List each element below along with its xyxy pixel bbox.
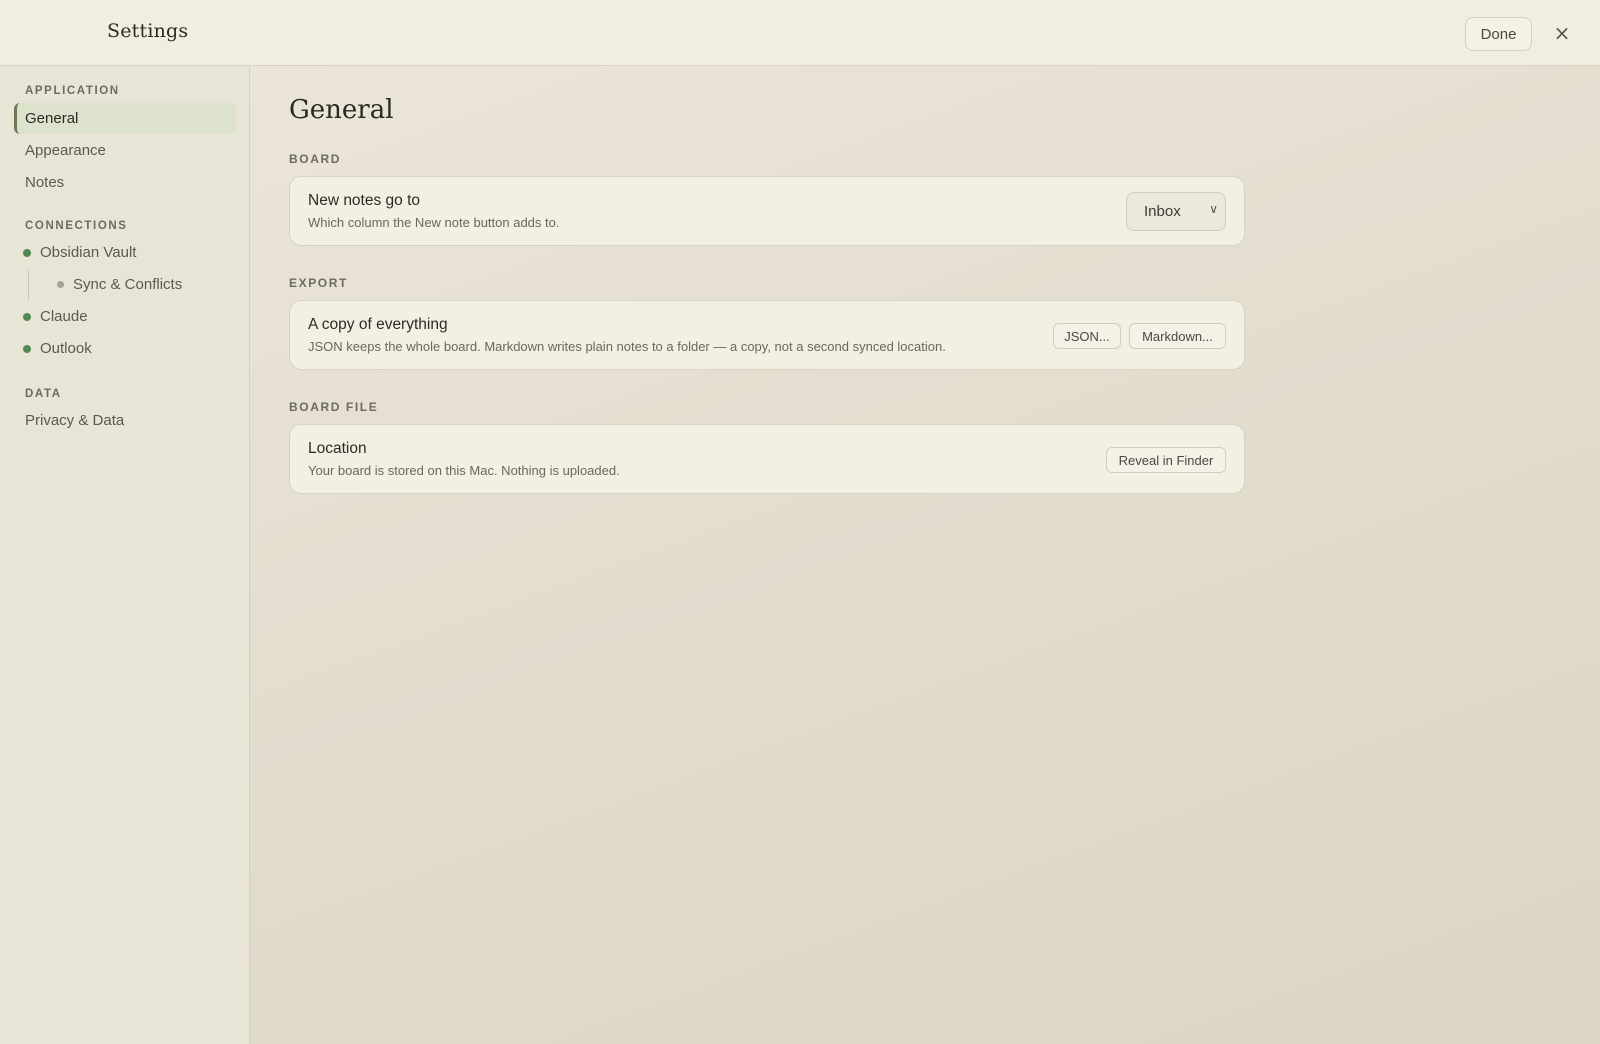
sidebar-heading-application: APPLICATION bbox=[25, 85, 120, 97]
sidebar-item-label: Appearance bbox=[25, 142, 106, 159]
setting-description: Which column the New note button adds to… bbox=[308, 215, 560, 230]
sidebar-item-label: Privacy & Data bbox=[25, 412, 125, 429]
setting-description: JSON keeps the whole board. Markdown wri… bbox=[308, 339, 946, 354]
select-value: Inbox bbox=[1144, 203, 1181, 220]
sidebar-item-label: Claude bbox=[40, 308, 88, 325]
status-dot-icon bbox=[23, 312, 31, 321]
setting-title: New notes go to bbox=[308, 192, 421, 209]
export-markdown-button[interactable]: Markdown... bbox=[1129, 323, 1226, 349]
status-dot-icon bbox=[23, 344, 31, 353]
done-button[interactable]: Done bbox=[1465, 17, 1532, 51]
setting-description: Your board is stored on this Mac. Nothin… bbox=[308, 463, 620, 478]
window-title: Settings bbox=[107, 20, 189, 42]
setting-title: Location bbox=[308, 440, 367, 457]
section-label-board-file: BOARD FILE bbox=[289, 400, 379, 414]
sidebar-item-outlook[interactable]: Outlook bbox=[14, 333, 236, 364]
status-dot-icon bbox=[23, 248, 31, 257]
reveal-in-finder-button[interactable]: Reveal in Finder bbox=[1106, 447, 1226, 473]
setting-card-export: A copy of everything JSON keeps the whol… bbox=[289, 300, 1245, 370]
sidebar-item-general[interactable]: General bbox=[14, 103, 236, 134]
setting-card-new-notes: New notes go to Which column the New not… bbox=[289, 176, 1245, 246]
sidebar-item-privacy-data[interactable]: Privacy & Data bbox=[14, 405, 236, 436]
sidebar-item-appearance[interactable]: Appearance bbox=[14, 135, 236, 166]
setting-card-location: Location Your board is stored on this Ma… bbox=[289, 424, 1245, 494]
status-dot-icon bbox=[57, 281, 64, 288]
sidebar-heading-data: DATA bbox=[25, 388, 62, 400]
export-json-button[interactable]: JSON... bbox=[1053, 323, 1121, 349]
chevron-down-icon: ∨ bbox=[1209, 202, 1218, 216]
section-label-export: EXPORT bbox=[289, 276, 348, 290]
top-bar: Settings Done × bbox=[0, 0, 1600, 66]
section-label-board: BOARD bbox=[289, 152, 341, 166]
sidebar-item-label: General bbox=[25, 110, 79, 127]
sidebar-item-label: Outlook bbox=[40, 340, 92, 357]
sidebar-heading-connections: CONNECTIONS bbox=[25, 220, 128, 232]
sidebar: APPLICATION General Appearance Notes CON… bbox=[0, 66, 250, 1044]
setting-title: A copy of everything bbox=[308, 316, 448, 333]
close-icon[interactable]: × bbox=[1551, 21, 1573, 45]
sidebar-item-notes[interactable]: Notes bbox=[14, 167, 236, 198]
sidebar-item-claude[interactable]: Claude bbox=[14, 301, 236, 332]
sidebar-item-label: Sync & Conflicts bbox=[73, 276, 183, 293]
sidebar-item-label: Notes bbox=[25, 174, 65, 191]
page-title: General bbox=[289, 95, 394, 125]
sidebar-item-obsidian-vault[interactable]: Obsidian Vault bbox=[14, 237, 236, 268]
column-select[interactable]: Inbox ∨ bbox=[1126, 192, 1226, 231]
sidebar-item-label: Obsidian Vault bbox=[40, 244, 137, 261]
sidebar-item-sync-conflicts[interactable]: Sync & Conflicts bbox=[28, 269, 236, 300]
